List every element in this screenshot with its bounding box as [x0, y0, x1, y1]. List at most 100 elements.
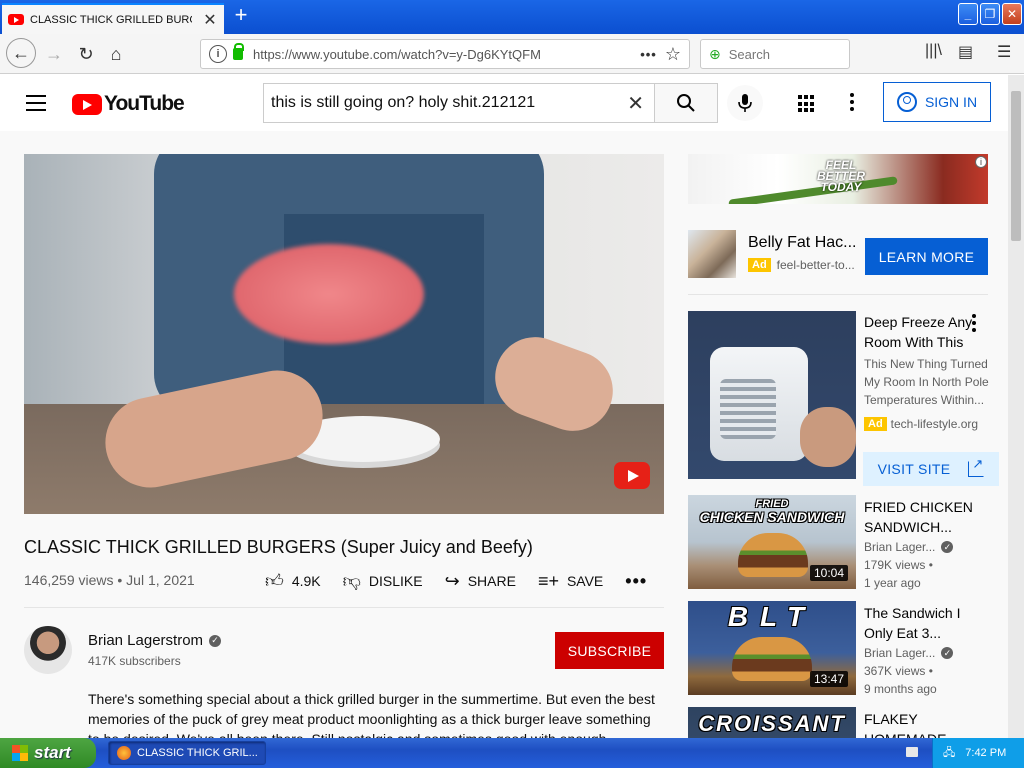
- ad-image-hand: [800, 407, 856, 467]
- network-icon[interactable]: 🖧: [943, 744, 955, 763]
- thumbnail-text: CHICKEN SANDWICH: [699, 509, 845, 525]
- lock-icon: [233, 43, 244, 60]
- video-title[interactable]: FRIED CHICKEN SANDWICH...: [864, 497, 984, 537]
- ad-thumbnail[interactable]: [688, 230, 736, 278]
- window-controls: _ ❐ ✕: [958, 3, 1022, 25]
- sign-in-button[interactable]: SIGN IN: [883, 82, 991, 122]
- start-button[interactable]: start: [0, 738, 96, 768]
- apps-icon[interactable]: [798, 95, 816, 113]
- like-count: 4.9K: [291, 573, 321, 589]
- browser-search-field[interactable]: ⊕ Search: [700, 39, 850, 69]
- clear-icon[interactable]: ✕: [627, 91, 644, 116]
- ad-domain: feel-better-to...: [776, 258, 855, 272]
- plus-icon[interactable]: +: [230, 4, 252, 27]
- dislike-button[interactable]: 👎︎ DISLIKE: [343, 570, 423, 592]
- windows-logo-icon: [12, 745, 28, 761]
- thumbnail-text: BLT: [727, 601, 817, 632]
- youtube-search-input[interactable]: this is still going on? holy shit.212121…: [263, 83, 655, 123]
- search-engine-icon: ⊕: [709, 45, 721, 62]
- video-thumbnail[interactable]: BLT 13:47: [688, 601, 856, 695]
- maximize-button[interactable]: ❐: [980, 3, 1000, 25]
- account-icon: [896, 92, 917, 112]
- sign-in-label: SIGN IN: [924, 94, 978, 110]
- youtube-logo[interactable]: YouTube: [72, 92, 185, 116]
- more-icon[interactable]: [850, 93, 856, 114]
- hamburger-icon[interactable]: [26, 95, 46, 116]
- video-thumbnail[interactable]: FRIED CHICKEN SANDWICH 10:04: [688, 495, 856, 589]
- video-description: There's something special about a thick …: [88, 691, 655, 738]
- share-button[interactable]: ↪ SHARE: [445, 571, 516, 592]
- thumbnail-text: CROISSANT: [698, 711, 846, 736]
- banner-ad-text: FEEL BETTER TODAY: [817, 158, 865, 194]
- ad-title[interactable]: Deep Freeze Any Room With This: [864, 312, 974, 352]
- url-text[interactable]: https://www.youtube.com/watch?v=y-Dg6KYt…: [253, 47, 541, 62]
- scrollbar-thumb[interactable]: [1011, 91, 1021, 241]
- channel-name[interactable]: Brian Lagerstrom: [88, 632, 203, 649]
- url-bar[interactable]: i https://www.youtube.com/watch?v=y-Dg6K…: [200, 39, 690, 69]
- list-item[interactable]: CROISSANT FLAKEY HOMEMADE: [688, 707, 1008, 738]
- ad-info-icon[interactable]: i: [975, 156, 987, 168]
- menu-icon[interactable]: ☰: [997, 42, 1011, 62]
- upload-age: 9 months ago: [864, 682, 937, 696]
- voice-search-button[interactable]: [727, 85, 763, 121]
- external-link-icon: [968, 456, 985, 477]
- browser-tab-active[interactable]: CLASSIC THICK GRILLED BURGERS (Super Jui…: [2, 3, 224, 34]
- share-label: SHARE: [467, 573, 516, 589]
- video-title[interactable]: The Sandwich I Only Eat 3...: [864, 603, 984, 643]
- search-icon: [677, 94, 695, 112]
- list-item[interactable]: BLT 13:47 The Sandwich I Only Eat 3... B…: [688, 601, 1008, 697]
- ad-image[interactable]: [688, 311, 856, 479]
- video-title[interactable]: FLAKEY HOMEMADE: [864, 709, 984, 738]
- tab-title: CLASSIC THICK GRILLED BURGERS (Super Jui…: [30, 13, 192, 26]
- youtube-logo-text: YouTube: [104, 92, 185, 115]
- taskbar-window-button[interactable]: CLASSIC THICK GRIL...: [108, 741, 266, 765]
- learn-more-button[interactable]: LEARN MORE: [865, 238, 988, 275]
- youtube-header: YouTube this is still going on? holy shi…: [0, 75, 1008, 131]
- keyboard-icon[interactable]: [906, 747, 918, 757]
- close-window-button[interactable]: ✕: [1002, 3, 1022, 25]
- page-actions-icon[interactable]: •••: [640, 47, 657, 62]
- ad-image-grill: [720, 379, 776, 439]
- view-count: 179K views •: [864, 558, 933, 572]
- youtube-favicon: [8, 14, 24, 25]
- visit-site-button[interactable]: VISIT SITE: [863, 452, 999, 486]
- bookmark-star-icon[interactable]: ☆: [665, 44, 681, 65]
- save-button[interactable]: ≡+ SAVE: [538, 571, 603, 592]
- home-icon[interactable]: ⌂: [102, 40, 130, 68]
- video-title: CLASSIC THICK GRILLED BURGERS (Super Jui…: [24, 537, 533, 557]
- sidebar-icon[interactable]: ▤: [958, 42, 973, 62]
- info-icon[interactable]: i: [209, 45, 227, 63]
- library-icon[interactable]: |||\: [925, 42, 942, 60]
- ad-title[interactable]: Belly Fat Hac...: [748, 234, 856, 252]
- dislike-icon: 👎︎: [342, 571, 361, 591]
- view-count: 367K views •: [864, 664, 933, 678]
- channel-avatar[interactable]: [24, 626, 72, 674]
- browser-search-placeholder: Search: [728, 46, 770, 62]
- forward-icon[interactable]: →: [40, 40, 68, 68]
- dislike-label: DISLIKE: [368, 573, 423, 589]
- list-item[interactable]: FRIED CHICKEN SANDWICH 10:04 FRIED CHICK…: [688, 495, 1008, 591]
- ad-meta: Ad feel-better-to...: [748, 258, 855, 272]
- minimize-button[interactable]: _: [958, 3, 978, 25]
- reload-icon[interactable]: ↻: [72, 40, 100, 68]
- close-icon[interactable]: ✕: [202, 10, 218, 30]
- video-duration: 13:47: [810, 671, 849, 687]
- search-query-text: this is still going on? holy shit.212121: [271, 94, 536, 111]
- divider: [688, 294, 988, 295]
- search-button[interactable]: [654, 83, 718, 123]
- youtube-watermark-icon[interactable]: [614, 462, 650, 489]
- channel-row: Brian Lager... ✓: [864, 540, 954, 554]
- thumbnail-image: [732, 637, 812, 681]
- more-actions-button[interactable]: •••: [625, 571, 647, 592]
- subscribe-button[interactable]: SUBSCRIBE: [555, 632, 664, 669]
- back-icon[interactable]: ←: [6, 38, 36, 68]
- channel-name-row[interactable]: Brian Lagerstrom ✓: [88, 632, 222, 649]
- ad-badge: Ad: [864, 417, 887, 431]
- video-views-date: 146,259 views • Jul 1, 2021: [24, 572, 195, 588]
- more-icon[interactable]: [972, 314, 976, 335]
- save-icon: ≡+: [537, 570, 559, 591]
- video-thumbnail[interactable]: CROISSANT: [688, 707, 856, 738]
- page-scrollbar[interactable]: [1008, 75, 1024, 738]
- video-player[interactable]: [24, 154, 664, 514]
- like-button[interactable]: 👍︎ 4.9K: [265, 570, 321, 592]
